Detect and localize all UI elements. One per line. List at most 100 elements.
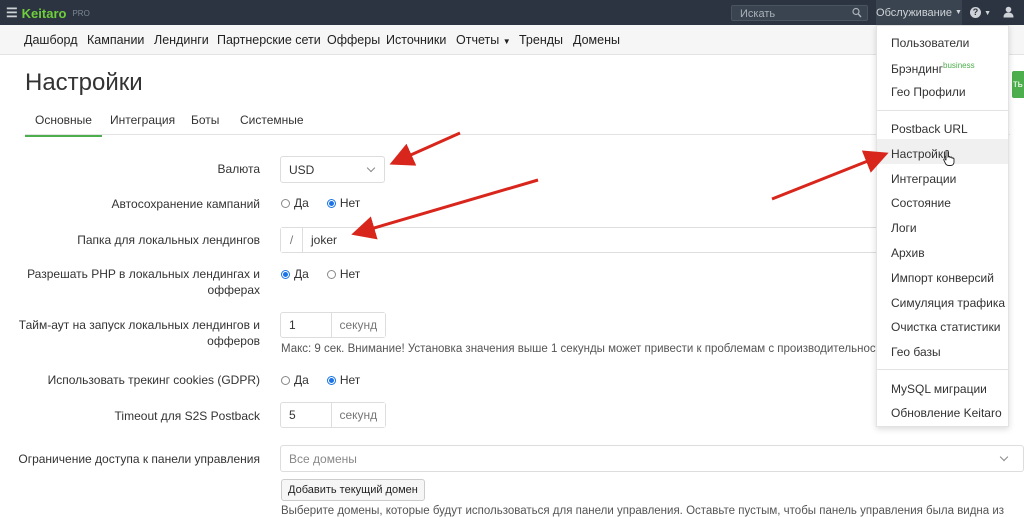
landing-folder-input[interactable]: joker bbox=[303, 228, 337, 252]
currency-value: USD bbox=[289, 162, 315, 177]
autosave-yes-label: Да bbox=[294, 196, 309, 210]
nav-item-dashboard[interactable]: Дашборд bbox=[24, 33, 78, 47]
maintenance-dropdown: Пользователи Брэндингbusiness Гео Профил… bbox=[876, 25, 1009, 427]
nav-item-reports[interactable]: Отчеты ▼ bbox=[456, 33, 511, 47]
help-icon: ? bbox=[970, 7, 981, 18]
radio-unchecked[interactable] bbox=[281, 375, 290, 385]
caret-down-icon: ▼ bbox=[502, 37, 511, 46]
menu-item-geo-databases[interactable]: Гео базы bbox=[891, 345, 941, 359]
timeout-landing-input[interactable]: 1 bbox=[281, 313, 331, 337]
page-title: Настройки bbox=[25, 69, 143, 96]
gdpr-yes-label: Да bbox=[294, 373, 309, 387]
landing-folder-prefix: / bbox=[281, 228, 303, 252]
autosave-label: Автосохранение кампаний bbox=[111, 197, 260, 211]
main-nav: Дашборд Кампании Лендинги Партнерские се… bbox=[0, 25, 1024, 55]
tab-integration[interactable]: Интеграция bbox=[110, 113, 175, 127]
nav-item-reports-label: Отчеты bbox=[456, 33, 500, 47]
annotation-arrows bbox=[351, 131, 889, 240]
user-icon[interactable] bbox=[1003, 6, 1014, 18]
currency-select[interactable]: USD bbox=[280, 156, 385, 183]
radio-checked[interactable] bbox=[326, 198, 336, 208]
annotation-arrow-settings bbox=[771, 150, 889, 201]
search-input[interactable] bbox=[732, 7, 847, 21]
s2s-timeout-field[interactable]: 5 секунд bbox=[280, 402, 386, 428]
business-badge: business bbox=[943, 61, 975, 70]
menu-item-status[interactable]: Состояние bbox=[891, 196, 951, 210]
currency-label: Валюта bbox=[217, 162, 260, 176]
nav-item-affiliate-networks[interactable]: Партнерские сети bbox=[217, 33, 321, 47]
radio-checked[interactable] bbox=[281, 269, 290, 279]
top-bar: ☰ Keitaro PRO Обслуживание ▼ ? ▼ bbox=[0, 0, 1024, 25]
logo[interactable]: ☰ Keitaro PRO bbox=[6, 5, 90, 21]
landing-folder-field[interactable]: / joker bbox=[280, 227, 880, 253]
menu-item-geo-profiles[interactable]: Гео Профили bbox=[891, 85, 966, 99]
access-hint: Выберите домены, которые будут использов… bbox=[281, 505, 1005, 517]
gdpr-no-label: Нет bbox=[339, 373, 361, 387]
menu-divider bbox=[877, 110, 1008, 111]
tab-system[interactable]: Системные bbox=[240, 113, 304, 127]
allow-php-label-line2: офферах bbox=[207, 283, 260, 297]
menu-item-import-conversions[interactable]: Импорт конверсий bbox=[891, 271, 994, 285]
gdpr-no-option[interactable]: Нет bbox=[326, 373, 361, 387]
annotation-arrow-currency bbox=[389, 131, 461, 166]
brand-name: Keitaro bbox=[21, 5, 67, 21]
menu-item-integrations[interactable]: Интеграции bbox=[891, 172, 956, 186]
search-icon[interactable] bbox=[852, 7, 862, 19]
timeout-landing-hint: Макс: 9 сек. Внимание! Установка значени… bbox=[281, 343, 881, 355]
allow-php-no-label: Нет bbox=[339, 267, 361, 281]
allow-php-no-option[interactable]: Нет bbox=[326, 267, 361, 281]
radio-unchecked[interactable] bbox=[326, 269, 336, 279]
menu-item-postback-url[interactable]: Postback URL bbox=[891, 122, 968, 136]
nav-item-domains[interactable]: Домены bbox=[573, 33, 620, 47]
allow-php-label: Разрешать PHP в локальных лендингах и офф… bbox=[0, 266, 260, 298]
allow-php-yes-option[interactable]: Да bbox=[281, 267, 309, 281]
menu-item-mysql-migrations[interactable]: MySQL миграции bbox=[891, 382, 987, 396]
s2s-timeout-input[interactable]: 5 bbox=[281, 403, 331, 427]
menu-divider bbox=[877, 369, 1008, 370]
menu-item-archive[interactable]: Архив bbox=[891, 246, 925, 260]
search-box[interactable] bbox=[731, 5, 868, 21]
menu-item-users[interactable]: Пользователи bbox=[891, 36, 969, 50]
autosave-yes-option[interactable]: Да bbox=[281, 196, 309, 210]
help-menu-button[interactable]: ? ▼ bbox=[970, 6, 991, 18]
menu-item-branding[interactable]: Брэндингbusiness bbox=[891, 61, 975, 76]
timeout-landing-unit: секунд bbox=[330, 313, 385, 337]
timeout-landing-field[interactable]: 1 секунд bbox=[280, 312, 386, 338]
chevron-down-icon bbox=[999, 452, 1009, 461]
tab-bots[interactable]: Боты bbox=[191, 113, 219, 127]
gdpr-yes-option[interactable]: Да bbox=[281, 373, 309, 387]
autosave-no-option[interactable]: Нет bbox=[326, 196, 361, 210]
timeout-landing-label-line2: офферов bbox=[207, 334, 260, 348]
radio-checked[interactable] bbox=[326, 375, 336, 385]
menu-item-logs[interactable]: Логи bbox=[891, 221, 917, 235]
nav-item-landings[interactable]: Лендинги bbox=[154, 33, 209, 47]
nav-item-trends[interactable]: Тренды bbox=[519, 33, 563, 47]
add-current-domain-button[interactable]: Добавить текущий домен bbox=[281, 479, 425, 501]
allow-php-yes-label: Да bbox=[294, 267, 309, 281]
hand-cursor-icon bbox=[943, 150, 955, 166]
access-domains-select[interactable]: Все домены bbox=[280, 445, 1024, 472]
menu-item-traffic-simulation[interactable]: Симуляция трафика bbox=[891, 296, 1005, 310]
settings-tabs: Основные Интеграция Боты Системные bbox=[25, 104, 1010, 137]
chevron-down-icon bbox=[366, 163, 376, 172]
menu-item-settings[interactable]: Настройки bbox=[891, 147, 950, 161]
nav-item-sources[interactable]: Источники bbox=[386, 33, 446, 47]
brand-badge: PRO bbox=[72, 8, 90, 18]
radio-unchecked[interactable] bbox=[281, 198, 290, 208]
tab-general[interactable]: Основные bbox=[25, 113, 102, 137]
autosave-radio-group: Да Нет bbox=[281, 196, 374, 210]
save-button[interactable]: ть bbox=[1012, 71, 1024, 98]
menu-item-clear-stats[interactable]: Очистка статистики bbox=[891, 320, 1000, 334]
landing-folder-label: Папка для локальных лендингов bbox=[77, 233, 260, 247]
nav-item-campaigns[interactable]: Кампании bbox=[87, 33, 144, 47]
s2s-timeout-unit: секунд bbox=[330, 403, 385, 427]
maintenance-menu-button[interactable]: Обслуживание ▼ bbox=[876, 0, 962, 25]
menu-item-update-keitaro[interactable]: Обновление Keitaro bbox=[891, 406, 1002, 420]
hamburger-icon[interactable]: ☰ bbox=[6, 5, 18, 21]
allow-php-label-line1: Разрешать PHP в локальных лендингах и bbox=[27, 267, 260, 281]
timeout-landing-label-line1: Тайм-аут на запуск локальных лендингов и bbox=[18, 318, 260, 332]
autosave-no-label: Нет bbox=[339, 196, 361, 210]
caret-down-icon: ▼ bbox=[955, 9, 962, 16]
gdpr-radio-group: Да Нет bbox=[281, 373, 374, 387]
nav-item-offers[interactable]: Офферы bbox=[327, 33, 380, 47]
